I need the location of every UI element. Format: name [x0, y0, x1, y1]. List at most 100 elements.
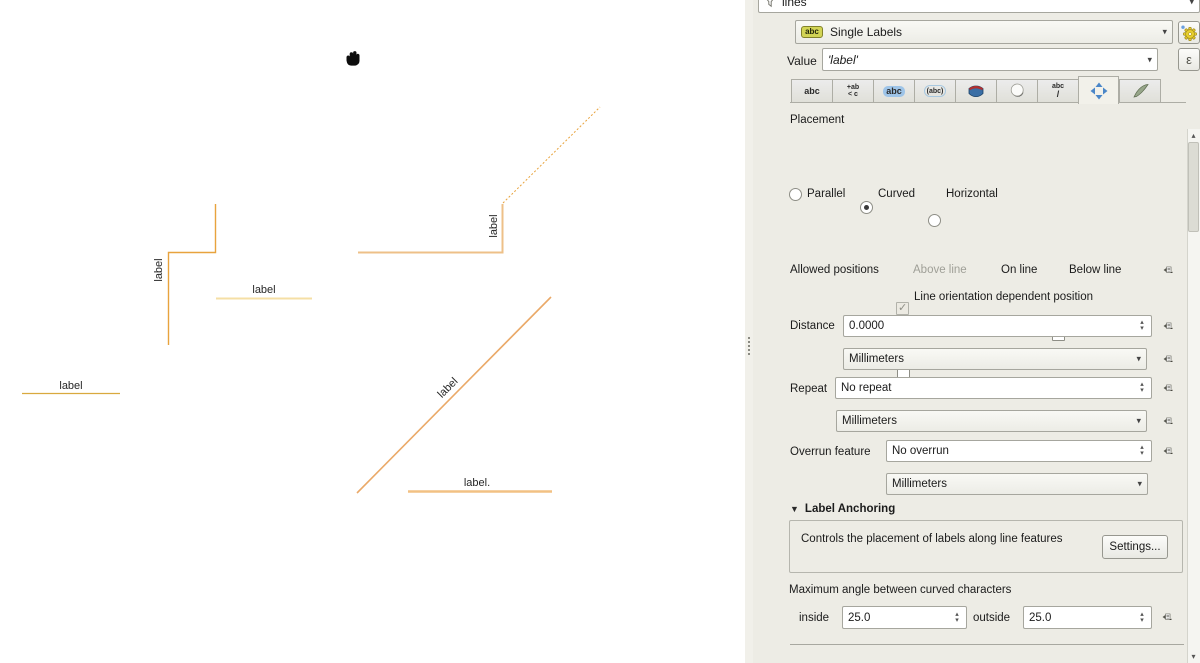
map-label: label — [153, 250, 165, 290]
repeat-label: Repeat — [790, 383, 827, 395]
chevron-down-icon: ▾ — [1162, 28, 1167, 37]
layer-selector-value: lines — [782, 0, 807, 9]
inside-value: 25.0 — [848, 612, 870, 624]
chevron-down-icon: ▾ — [1189, 0, 1194, 7]
panel-scrollbar-thumb[interactable] — [1188, 142, 1199, 232]
spin-down-icon[interactable]: ▾ — [1140, 388, 1144, 394]
expression-builder-button[interactable]: ε — [1178, 48, 1200, 71]
checkbox-above-line[interactable] — [896, 302, 909, 315]
data-defined-icon — [1163, 413, 1173, 429]
dock-splitter-handle[interactable] — [745, 0, 753, 663]
radio-curved[interactable] — [860, 201, 873, 214]
scroll-up-icon[interactable]: ▴ — [1187, 129, 1200, 142]
qgis-window: label label label label label. label lin… — [0, 0, 1200, 663]
map-label: label. — [455, 477, 499, 489]
tab-mask[interactable]: (abc) — [914, 79, 955, 103]
settings-button-label: Settings... — [1109, 541, 1160, 553]
layer-selector-combo[interactable]: lines ▾ — [758, 0, 1200, 13]
single-labels-abc-icon: abc — [801, 26, 823, 38]
spin-down-icon[interactable]: ▾ — [1140, 618, 1144, 624]
buffer-tab-glyph: abc — [883, 86, 905, 97]
automated-placement-settings-button[interactable] — [1178, 21, 1200, 44]
data-defined-icon — [1162, 609, 1172, 625]
data-defined-override-button[interactable] — [1157, 441, 1179, 461]
value-label: Value — [787, 54, 817, 68]
data-defined-override-button[interactable] — [1157, 378, 1179, 398]
distance-unit-value: Millimeters — [849, 353, 904, 365]
repeat-unit-combo[interactable]: Millimeters ▾ — [836, 410, 1147, 432]
tab-buffer[interactable]: abc — [873, 79, 914, 103]
data-defined-override-button[interactable] — [1157, 349, 1179, 369]
data-defined-icon — [1163, 380, 1173, 396]
tab-rendering[interactable] — [1119, 79, 1161, 103]
map-canvas[interactable]: label label label label label. label — [0, 0, 745, 663]
outside-value: 25.0 — [1029, 612, 1051, 624]
chevron-down-icon: ▾ — [1136, 417, 1141, 426]
labels-mode-value: Single Labels — [830, 25, 902, 39]
gear-icon — [1180, 24, 1198, 42]
map-label: label — [244, 284, 284, 296]
distance-spinbox[interactable]: 0.0000 ▴▾ — [843, 315, 1152, 337]
map-label: label — [488, 206, 500, 246]
data-defined-override-button[interactable] — [1156, 607, 1178, 627]
data-defined-override-button[interactable] — [1157, 411, 1179, 431]
scroll-down-icon[interactable]: ▾ — [1187, 650, 1200, 663]
inside-label: inside — [799, 612, 829, 624]
tab-bar-baseline — [790, 102, 1186, 103]
tab-placement[interactable] — [1078, 76, 1119, 104]
formatting-tab-glyph: +ab < c — [847, 84, 859, 98]
overrun-unit-value: Millimeters — [892, 478, 947, 490]
radio-parallel-label: Parallel — [807, 188, 845, 200]
radio-horizontal[interactable] — [928, 214, 941, 227]
tab-text[interactable]: abc — [791, 79, 832, 103]
below-line-label: Below line — [1069, 264, 1121, 276]
map-label: label — [51, 380, 91, 392]
distance-value: 0.0000 — [849, 320, 884, 332]
outside-label: outside — [973, 612, 1010, 624]
value-expression-field[interactable]: 'label' ▾ — [822, 48, 1158, 71]
tab-shadow[interactable] — [996, 79, 1037, 103]
line-orientation-label: Line orientation dependent position — [914, 291, 1093, 303]
inside-spinbox[interactable]: 25.0 ▴▾ — [842, 606, 967, 629]
section-divider — [790, 644, 1184, 645]
data-defined-override-button[interactable] — [1157, 316, 1179, 336]
shield-background-icon — [967, 84, 985, 99]
repeat-unit-value: Millimeters — [842, 415, 897, 427]
map-line-features — [0, 0, 745, 663]
chevron-down-icon: ▾ — [1147, 55, 1152, 64]
overrun-label: Overrun feature — [790, 446, 871, 458]
repeat-value: No repeat — [841, 382, 892, 394]
chevron-down-icon: ▾ — [1137, 480, 1142, 489]
above-line-label: Above line — [913, 264, 967, 276]
data-defined-icon — [1163, 443, 1173, 459]
distance-unit-combo[interactable]: Millimeters ▾ — [843, 348, 1147, 370]
filter-funnel-icon — [764, 0, 777, 8]
epsilon-icon: ε — [1186, 52, 1192, 67]
overrun-unit-combo[interactable]: Millimeters ▾ — [886, 473, 1148, 495]
tab-formatting[interactable]: +ab < c — [832, 79, 873, 103]
tab-background[interactable] — [955, 79, 996, 103]
distance-label: Distance — [790, 320, 835, 332]
chevron-down-icon: ▾ — [1136, 355, 1141, 364]
overrun-value: No overrun — [892, 445, 949, 457]
radio-horizontal-label: Horizontal — [946, 188, 998, 200]
collapse-arrow-icon: ▼ — [790, 504, 799, 514]
tab-callouts[interactable]: abc / — [1037, 79, 1078, 103]
labels-mode-combo[interactable]: abc Single Labels ▾ — [795, 20, 1173, 44]
data-defined-icon — [1163, 318, 1173, 334]
label-anchoring-header[interactable]: ▼ Label Anchoring — [790, 503, 895, 515]
spin-down-icon[interactable]: ▾ — [955, 618, 959, 624]
spin-down-icon[interactable]: ▾ — [1140, 326, 1144, 332]
placement-arrows-icon — [1090, 82, 1108, 100]
anchoring-settings-button[interactable]: Settings... — [1102, 535, 1168, 559]
feather-rendering-icon — [1132, 83, 1149, 99]
repeat-spinbox[interactable]: No repeat ▴▾ — [835, 377, 1152, 399]
radio-curved-label: Curved — [878, 188, 915, 200]
spin-down-icon[interactable]: ▾ — [1140, 451, 1144, 457]
overrun-spinbox[interactable]: No overrun ▴▾ — [886, 440, 1152, 462]
outside-spinbox[interactable]: 25.0 ▴▾ — [1023, 606, 1152, 629]
on-line-label: On line — [1001, 264, 1037, 276]
data-defined-override-button[interactable] — [1157, 260, 1179, 280]
mask-tab-glyph: (abc) — [924, 85, 947, 97]
radio-parallel[interactable] — [789, 188, 802, 201]
